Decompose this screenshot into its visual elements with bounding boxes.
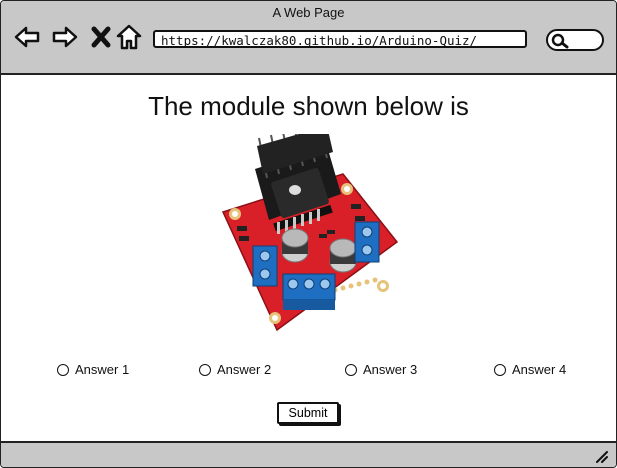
- submit-button[interactable]: Submit: [277, 402, 339, 424]
- answer-option-2[interactable]: Answer 2: [199, 362, 271, 377]
- browser-window: A Web Page https://kwalczak80.github.io/…: [0, 0, 617, 468]
- answer-label: Answer 3: [363, 362, 418, 377]
- radio-button[interactable]: [345, 363, 357, 376]
- answer-options: Answer 1 Answer 2 Answer 3 Answer 4: [1, 362, 616, 382]
- close-icon[interactable]: [87, 23, 115, 51]
- home-icon[interactable]: [115, 23, 143, 51]
- status-bar: [1, 441, 616, 467]
- radio-button[interactable]: [494, 363, 506, 376]
- back-arrow-icon[interactable]: [13, 23, 41, 51]
- module-image: [221, 134, 399, 332]
- radio-button[interactable]: [199, 363, 211, 376]
- browser-toolbar: A Web Page https://kwalczak80.github.io/…: [1, 1, 616, 75]
- answer-label: Answer 2: [217, 362, 272, 377]
- search-field[interactable]: [546, 29, 604, 51]
- window-title: A Web Page: [272, 5, 345, 20]
- answer-label: Answer 1: [75, 362, 130, 377]
- answer-option-1[interactable]: Answer 1: [57, 362, 129, 377]
- answer-option-4[interactable]: Answer 4: [494, 362, 566, 377]
- question-text: The module shown below is: [148, 91, 469, 121]
- resize-grip-icon[interactable]: [594, 449, 608, 463]
- radio-button[interactable]: [57, 363, 69, 376]
- forward-arrow-icon[interactable]: [51, 23, 79, 51]
- address-bar[interactable]: https://kwalczak80.github.io/Arduino-Qui…: [153, 30, 527, 48]
- search-icon: [551, 33, 569, 49]
- answer-label: Answer 4: [512, 362, 567, 377]
- answer-option-3[interactable]: Answer 3: [345, 362, 417, 377]
